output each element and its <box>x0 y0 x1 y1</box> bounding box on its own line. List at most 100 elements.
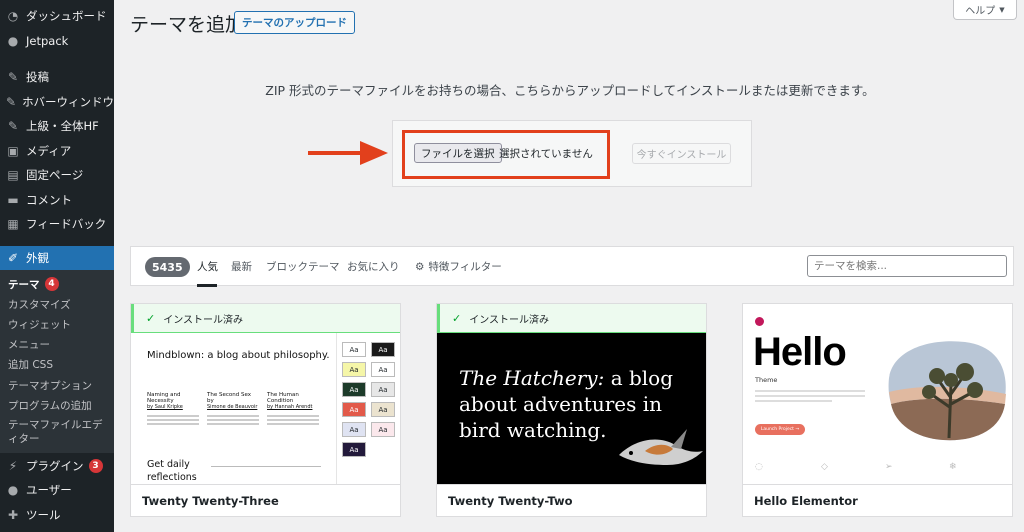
sidebar-item-label: ダッシュボード <box>26 9 107 24</box>
comment-icon: ▬ <box>7 192 19 207</box>
theme-card-twenty-twenty-three[interactable]: Mindblown: a blog about philosophy. Nami… <box>130 303 401 517</box>
desert-tree-image-icon <box>888 341 1006 441</box>
arrow-annotation-icon <box>308 141 388 165</box>
preview-title: Mindblown: a blog about philosophy. <box>147 350 330 361</box>
sidebar-item-label: コメント <box>26 192 72 207</box>
install-now-button[interactable]: 今すぐインストール <box>632 143 731 164</box>
sidebar-item-posts[interactable]: ✎ 投稿 <box>0 65 114 90</box>
sidebar-item-tools[interactable]: ✚ ツール <box>0 502 114 527</box>
installed-notice: ✓ インストール済み <box>131 304 400 333</box>
appearance-submenu: テーマ 4 カスタマイズ ウィジェット メニュー 追加 CSS テーマオプション… <box>0 270 114 454</box>
style-swatch: Aa <box>342 382 366 397</box>
sidebar-item-label: Jetpack <box>26 33 69 48</box>
text-line <box>147 423 199 425</box>
text-line <box>207 423 259 425</box>
checkmark-icon: ✓ <box>452 311 462 325</box>
post-title: Naming and Necessity <box>147 392 181 404</box>
theme-card-twenty-twenty-two[interactable]: The Hatchery: a blog about adventures in… <box>436 303 707 517</box>
installed-notice: ✓ インストール済み <box>437 304 706 333</box>
sidebar-item-media[interactable]: ▣ メディア <box>0 139 114 164</box>
submenu-item-menus[interactable]: メニュー <box>0 335 114 355</box>
tab-favorites[interactable]: お気に入り <box>347 259 400 274</box>
text-line <box>207 419 259 421</box>
sidebar-item-label: ホバーウィンドウ <box>22 94 115 109</box>
sidebar-item-feedback[interactable]: ▦ フィードバック <box>0 212 114 237</box>
theme-name[interactable]: Twenty Twenty-Three <box>131 484 400 516</box>
sidebar-item-comments[interactable]: ▬ コメント <box>0 188 114 213</box>
text-line <box>147 415 199 417</box>
update-count-badge: 3 <box>88 458 103 473</box>
media-icon: ▣ <box>7 143 19 158</box>
pin-icon: ✎ <box>7 119 19 134</box>
sidebar-item-jetpack[interactable]: ● Jetpack <box>0 29 114 54</box>
style-swatch: Aa <box>342 442 366 457</box>
theme-name[interactable]: Twenty Twenty-Two <box>437 484 706 516</box>
preview-post: The Second Sex by Simone de Beauvoir <box>207 392 259 427</box>
user-icon: ● <box>7 483 19 498</box>
tab-latest[interactable]: 最新 <box>231 259 252 274</box>
preview-post: Naming and Necessity by Saul Kripke <box>147 392 199 427</box>
sidebar-item-pages[interactable]: ▤ 固定ページ <box>0 163 114 188</box>
preview-paragraph <box>755 390 865 405</box>
caret-down-icon: ▼ <box>999 5 1005 14</box>
style-swatch: Aa <box>371 382 395 397</box>
tab-popular[interactable]: 人気 <box>197 259 218 274</box>
admin-sidebar: ◔ ダッシュボード ● Jetpack ✎ 投稿 ✎ ホバーウィンドウ ✎ 上級… <box>0 0 114 532</box>
submenu-item-widgets[interactable]: ウィジェット <box>0 314 114 334</box>
gear-icon: ⚙ <box>415 261 425 273</box>
wrench-icon: ✚ <box>7 507 19 522</box>
headline-italic: The Hatchery: <box>459 366 605 390</box>
text-line <box>755 395 865 397</box>
sidebar-item-label: 外観 <box>26 250 49 265</box>
theme-card-hello-elementor[interactable]: Hello Theme Launch Project → ◌ ◇ ➢ ❄ Hel… <box>742 303 1013 517</box>
help-tab-button[interactable]: ヘルプ ▼ <box>953 0 1017 20</box>
sidebar-item-users[interactable]: ● ユーザー <box>0 478 114 503</box>
sidebar-item-plugins[interactable]: ⚡ プラグイン 3 <box>0 453 114 478</box>
upload-theme-button[interactable]: テーマのアップロード <box>234 11 355 34</box>
sidebar-item-label: メディア <box>26 143 72 158</box>
theme-screenshot[interactable]: Hello Theme Launch Project → ◌ ◇ ➢ ❄ <box>743 304 1012 484</box>
upload-description: ZIP 形式のテーマファイルをお持ちの場合、こちらからアップロードしてインストー… <box>265 83 875 98</box>
style-swatch: Aa <box>371 422 395 437</box>
style-swatch: Aa <box>342 422 366 437</box>
divider <box>211 466 321 467</box>
diamond-icon: ◇ <box>821 462 828 472</box>
send-icon: ➢ <box>885 462 893 472</box>
sidebar-item-label: 固定ページ <box>26 168 84 183</box>
post-author: Simone de Beauvoir <box>207 404 258 410</box>
installed-label: インストール済み <box>469 314 550 326</box>
theme-name[interactable]: Hello Elementor <box>743 484 1012 516</box>
submenu-item-customize[interactable]: カスタマイズ <box>0 294 114 314</box>
submenu-item-label: テーマファイルエディター <box>8 419 103 446</box>
feature-icons-row: ◌ ◇ ➢ ❄ <box>743 462 1012 482</box>
text-line <box>755 390 865 392</box>
submenu-item-add-program[interactable]: プログラムの追加 <box>0 395 114 415</box>
theme-search-input[interactable] <box>807 255 1007 277</box>
sidebar-item-appearance[interactable]: ✐ 外観 <box>0 245 114 270</box>
active-tab-indicator <box>197 284 217 287</box>
submenu-item-theme-options[interactable]: テーマオプション <box>0 375 114 395</box>
sidebar-item-dashboard[interactable]: ◔ ダッシュボード <box>0 4 114 29</box>
sidebar-item-hover-window[interactable]: ✎ ホバーウィンドウ <box>0 90 114 115</box>
logo-icon <box>755 317 764 326</box>
installed-label: インストール済み <box>163 314 244 326</box>
style-variations-panel: Aa Aa Aa Aa Aa Aa Aa Aa Aa Aa Aa <box>336 333 400 484</box>
preview-background: The Hatchery: a blog about adventures in… <box>437 333 706 484</box>
appearance-icon: ✐ <box>7 250 19 265</box>
pin-icon: ✎ <box>7 70 19 85</box>
submenu-item-themes[interactable]: テーマ 4 <box>0 274 114 294</box>
feature-filter-button[interactable]: ⚙ 特徴フィルター <box>415 259 502 274</box>
snowflake-icon: ❄ <box>949 462 957 472</box>
submenu-item-additional-css[interactable]: 追加 CSS <box>0 355 114 375</box>
style-swatch: Aa <box>371 362 395 377</box>
submenu-item-theme-editor[interactable]: テーマファイルエディター <box>0 415 104 449</box>
text-line <box>267 419 319 421</box>
choose-file-button[interactable]: ファイルを選択 <box>414 143 502 163</box>
tab-block-themes[interactable]: ブロックテーマ <box>266 259 340 274</box>
sidebar-item-label: ツール <box>26 507 61 522</box>
post-author: by Saul Kripke <box>147 404 183 410</box>
text-line <box>147 419 199 421</box>
file-status-text: 選択されていません <box>499 148 593 160</box>
sidebar-item-advanced-hf[interactable]: ✎ 上級・全体HF <box>0 114 114 139</box>
style-swatch: Aa <box>342 362 366 377</box>
